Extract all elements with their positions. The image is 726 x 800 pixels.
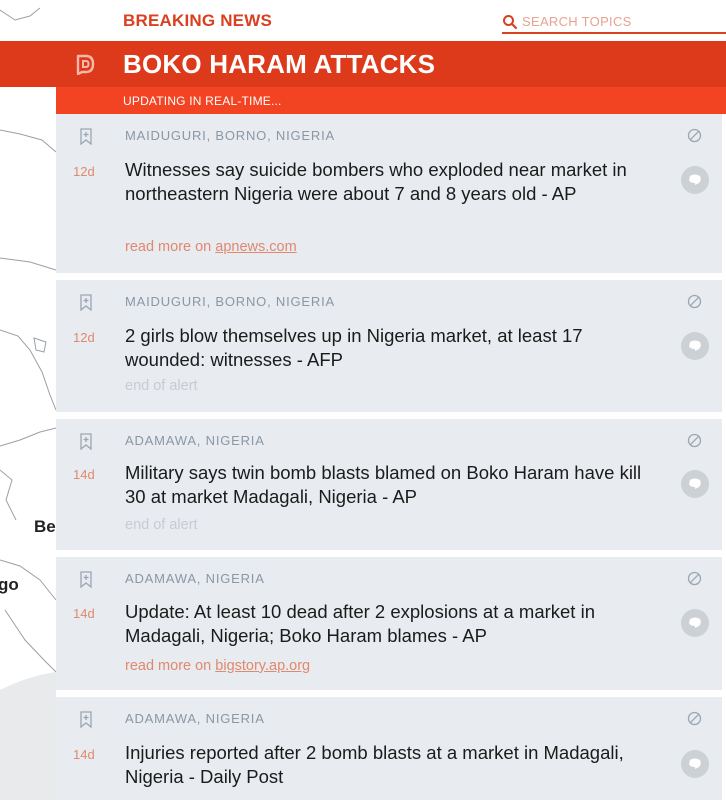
alert-location: ADAMAWA, NIGERIA <box>125 433 265 448</box>
comment-icon[interactable] <box>679 164 711 196</box>
alert-feed[interactable]: MAIDUGURI, BORNO, NIGERIA 12d Witnesses … <box>56 114 726 800</box>
alert-headline[interactable]: Witnesses say suicide bombers who explod… <box>125 158 645 206</box>
alert-age: 14d <box>73 747 95 762</box>
status-text: UPDATING IN REAL-TIME... <box>123 94 282 108</box>
alert-age: 12d <box>73 330 95 345</box>
alert-card: MAIDUGURI, BORNO, NIGERIA 12d Witnesses … <box>56 114 722 273</box>
source-link[interactable]: apnews.com <box>215 239 296 255</box>
map-label-go: go <box>0 575 19 594</box>
alert-age: 14d <box>73 467 95 482</box>
bookmark-icon[interactable] <box>79 711 93 728</box>
read-more-prefix: read more on <box>125 239 216 255</box>
alert-location: MAIDUGURI, BORNO, NIGERIA <box>125 128 335 143</box>
bookmark-icon[interactable] <box>79 571 93 588</box>
comment-icon[interactable] <box>679 607 711 639</box>
comment-icon[interactable] <box>679 468 711 500</box>
read-more: read more on apnews.com <box>125 239 297 255</box>
comment-icon[interactable] <box>679 748 711 780</box>
search-input[interactable] <box>522 11 722 31</box>
topic-title-bar: BOKO HARAM ATTACKS <box>0 41 726 87</box>
mute-icon[interactable] <box>687 128 702 143</box>
alert-headline[interactable]: Update: At least 10 dead after 2 explosi… <box>125 600 645 648</box>
top-bar: BREAKING NEWS <box>56 0 726 41</box>
alert-age: 14d <box>73 606 95 621</box>
alert-card: ADAMAWA, NIGERIA 14d Update: At least 10… <box>56 557 722 690</box>
read-more-prefix: read more on <box>125 658 216 674</box>
comment-icon[interactable] <box>679 330 711 362</box>
logo-icon[interactable] <box>74 53 96 75</box>
end-of-alert: end of alert <box>125 378 198 394</box>
bookmark-icon[interactable] <box>79 294 93 311</box>
alert-age: 12d <box>73 164 95 179</box>
alert-location: MAIDUGURI, BORNO, NIGERIA <box>125 294 335 309</box>
topic-title: BOKO HARAM ATTACKS <box>123 49 436 79</box>
alert-headline[interactable]: 2 girls blow themselves up in Nigeria ma… <box>125 324 645 372</box>
status-bar: UPDATING IN REAL-TIME... <box>56 87 726 114</box>
search-icon[interactable] <box>502 14 518 30</box>
map-label-be: Be <box>34 517 56 536</box>
mute-icon[interactable] <box>687 294 702 309</box>
search-box[interactable] <box>502 10 726 34</box>
alert-card: ADAMAWA, NIGERIA 14d Military says twin … <box>56 419 722 550</box>
alert-headline[interactable]: Military says twin bomb blasts blamed on… <box>125 461 645 509</box>
mute-icon[interactable] <box>687 433 702 448</box>
alert-location: ADAMAWA, NIGERIA <box>125 571 265 586</box>
mute-icon[interactable] <box>687 711 702 726</box>
brand-label[interactable]: BREAKING NEWS <box>123 11 272 31</box>
bookmark-icon[interactable] <box>79 128 93 145</box>
alert-headline[interactable]: Injuries reported after 2 bomb blasts at… <box>125 741 645 789</box>
end-of-alert: end of alert <box>125 517 198 533</box>
mute-icon[interactable] <box>687 571 702 586</box>
read-more: read more on bigstory.ap.org <box>125 658 310 674</box>
alert-location: ADAMAWA, NIGERIA <box>125 711 265 726</box>
bookmark-icon[interactable] <box>79 433 93 450</box>
source-link[interactable]: bigstory.ap.org <box>215 658 310 674</box>
alert-card: ADAMAWA, NIGERIA 14d Injuries reported a… <box>56 697 722 800</box>
alert-card: MAIDUGURI, BORNO, NIGERIA 12d 2 girls bl… <box>56 280 722 412</box>
